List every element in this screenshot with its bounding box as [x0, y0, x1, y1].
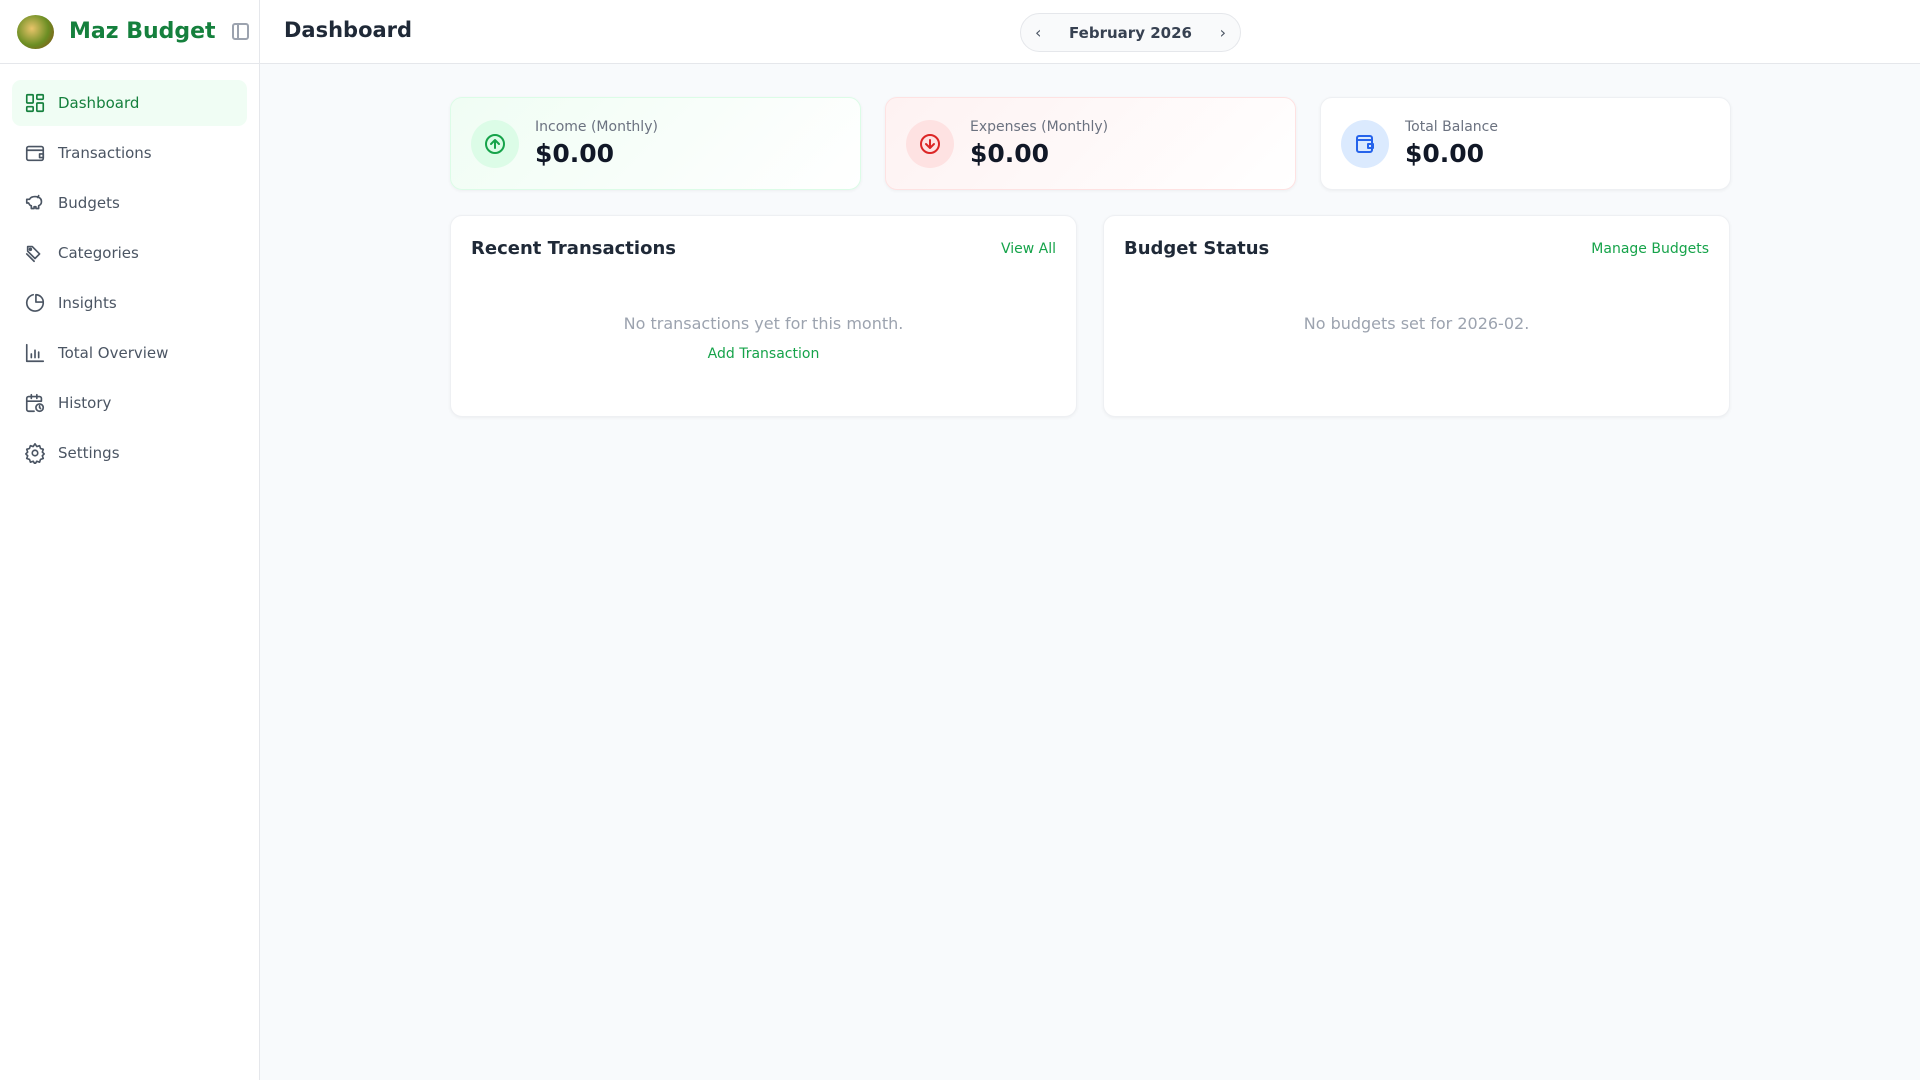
dashboard-icon: [25, 93, 45, 113]
sidebar-item-label: History: [58, 394, 112, 412]
budget-status-panel: Budget Status Manage Budgets No budgets …: [1103, 215, 1730, 417]
sidebar-item-history[interactable]: History: [12, 380, 247, 426]
sidebar-item-label: Insights: [58, 294, 117, 312]
income-value: $0.00: [535, 139, 615, 168]
piggy-bank-icon: [25, 194, 43, 210]
sidebar-item-label: Total Overview: [58, 344, 169, 362]
bar-chart-icon: [25, 343, 45, 363]
current-month: February 2026: [1069, 23, 1192, 42]
balance-label: Total Balance: [1405, 119, 1498, 135]
sidebar-item-label: Settings: [58, 444, 120, 462]
sidebar-item-insights[interactable]: Insights: [12, 280, 247, 326]
arrow-down-circle-icon: [906, 119, 954, 168]
wallet-icon: [1341, 119, 1389, 168]
sidebar-item-label: Dashboard: [58, 94, 140, 112]
app-name: Maz Budget: [69, 19, 216, 44]
arrow-up-circle-icon: [471, 119, 519, 168]
sidebar-item-total-overview[interactable]: Total Overview: [12, 330, 247, 376]
chevron-left-icon[interactable]: ‹: [1035, 23, 1041, 42]
empty-budgets-message: No budgets set for 2026-02.: [1303, 314, 1530, 333]
expenses-label: Expenses (Monthly): [970, 119, 1109, 135]
sidebar-item-label: Categories: [58, 244, 139, 262]
sidebar-nav: Dashboard Transactions Budgets Categorie…: [0, 64, 259, 496]
collapse-sidebar-icon[interactable]: [231, 23, 249, 40]
month-selector: ‹ February 2026 ›: [1020, 13, 1241, 52]
sidebar-item-dashboard[interactable]: Dashboard: [12, 80, 247, 126]
sidebar: Maz Budget Dashboard Transactions Budget…: [0, 0, 260, 1080]
pie-chart-icon: [25, 293, 45, 312]
manage-budgets-link[interactable]: Manage Budgets: [1591, 241, 1709, 257]
calendar-clock-icon: [25, 393, 45, 413]
empty-transactions-message: No transactions yet for this month.: [623, 314, 904, 333]
balance-value: $0.00: [1405, 139, 1485, 168]
gear-icon: [25, 443, 45, 464]
tags-icon: [25, 245, 41, 263]
income-label: Income (Monthly): [535, 119, 658, 135]
recent-transactions-panel: Recent Transactions View All No transact…: [450, 215, 1077, 417]
brand: Maz Budget: [0, 0, 259, 64]
expenses-card: Expenses (Monthly) $0.00: [885, 97, 1296, 190]
sidebar-item-budgets[interactable]: Budgets: [12, 180, 247, 226]
sidebar-item-label: Transactions: [58, 144, 152, 162]
sidebar-item-settings[interactable]: Settings: [12, 430, 247, 476]
add-transaction-link[interactable]: Add Transaction: [708, 346, 820, 362]
top-header: Dashboard ‹ February 2026 ›: [260, 0, 1920, 64]
wallet-icon: [25, 145, 45, 162]
view-all-link[interactable]: View All: [1001, 241, 1056, 257]
app-logo: [17, 14, 54, 49]
page-title: Dashboard: [284, 18, 413, 42]
sidebar-item-transactions[interactable]: Transactions: [12, 130, 247, 176]
recent-transactions-title: Recent Transactions: [471, 238, 676, 259]
balance-card: Total Balance $0.00: [1320, 97, 1731, 190]
chevron-right-icon[interactable]: ›: [1220, 23, 1226, 42]
budget-status-title: Budget Status: [1124, 238, 1270, 259]
income-card: Income (Monthly) $0.00: [450, 97, 861, 190]
sidebar-item-label: Budgets: [58, 194, 120, 212]
expenses-value: $0.00: [970, 139, 1050, 168]
sidebar-item-categories[interactable]: Categories: [12, 230, 247, 276]
